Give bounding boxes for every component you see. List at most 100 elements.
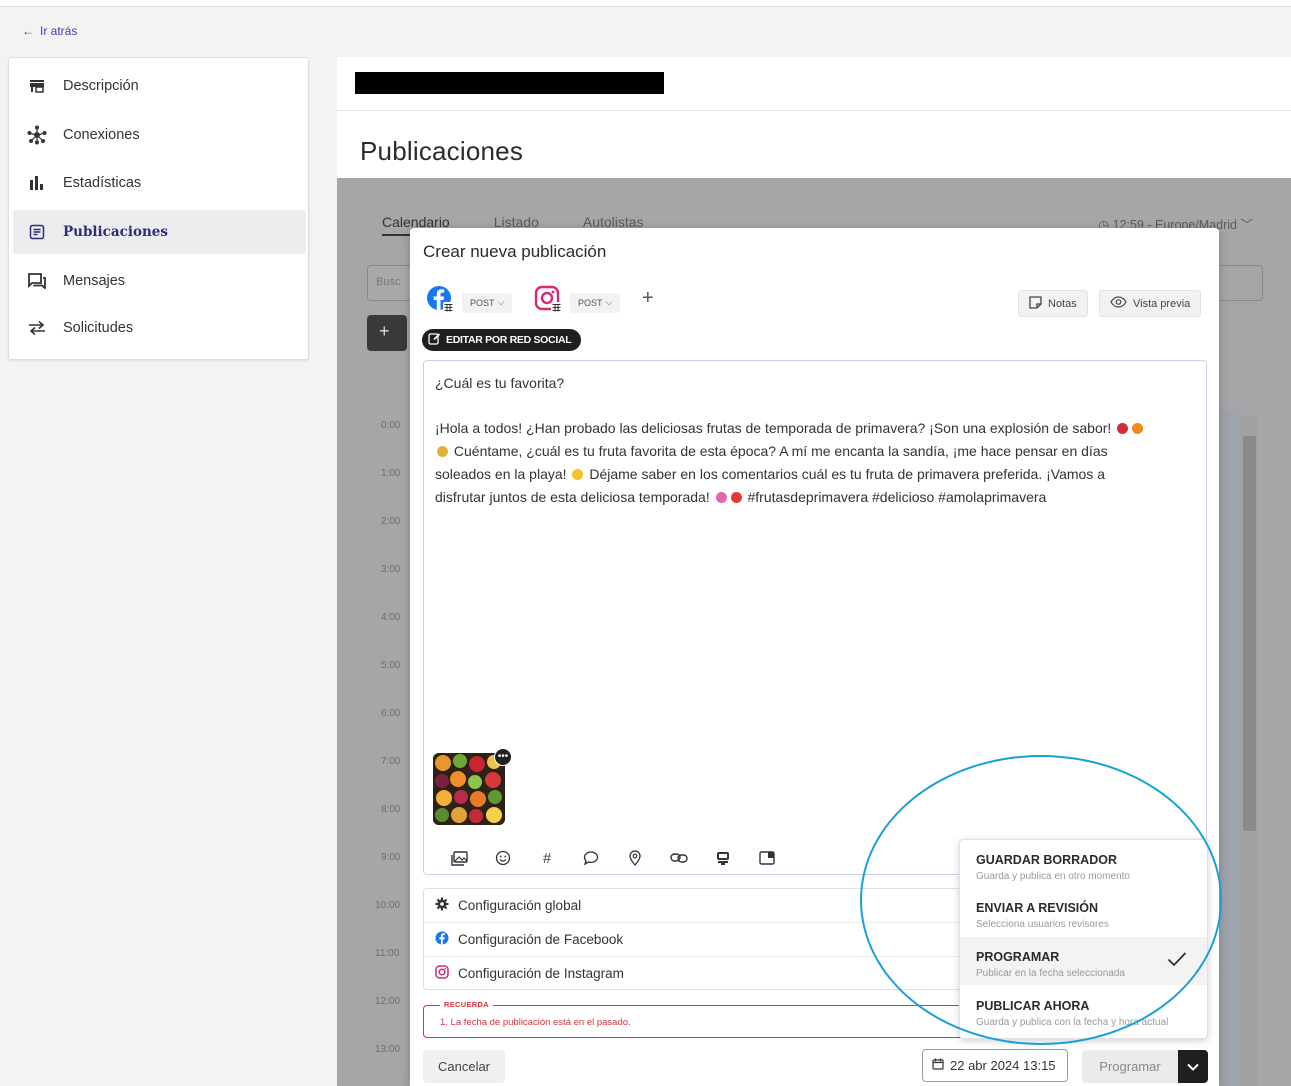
strawberry-emoji [1117,423,1129,434]
hour-label: 7:00 [381,756,401,767]
hour-label: 6:00 [381,708,401,719]
calendar-hours: 0:00 1:00 2:00 3:00 4:00 5:00 6:00 7:00 … [367,410,411,1086]
hashtag-icon[interactable]: # [525,846,569,870]
post-type-label: POST [470,297,495,308]
post-title: ¿Cuál es tu favorita? [435,375,565,391]
gear-icon [435,897,449,914]
warning-tag: RECUERDA [440,1000,493,1009]
attached-image-thumbnail[interactable] [433,753,505,825]
create-button[interactable]: + [367,315,407,351]
menu-item-subtitle: Guarda y publica en otro momento [976,871,1130,882]
back-link[interactable]: ← Ir atrás [22,24,77,38]
date-label: 22 abr 2024 13:15 [950,1058,1056,1073]
warning-text: 1. La fecha de publicación está en el pa… [440,1017,631,1028]
sidebar-item-label: Publicaciones [63,224,168,240]
top-bar [0,0,1291,7]
image-icon[interactable] [437,846,481,870]
menu-item-enviar-revision[interactable]: ENVIAR A REVISIÓN Selecciona usuarios re… [960,888,1207,936]
sidebar-item-descripcion[interactable]: Descripción [13,64,306,108]
bar-chart-icon [27,173,47,193]
notes-button[interactable]: Notas [1018,290,1088,317]
menu-item-programar[interactable]: PROGRAMAR Publicar en la fecha seleccion… [960,937,1207,985]
preview-button[interactable]: Vista previa [1099,290,1202,317]
location-icon[interactable] [613,846,657,870]
page-title: Publicaciones [360,136,524,166]
network-instagram[interactable]: POST ⌵ [534,285,621,320]
preview-label: Vista previa [1133,297,1191,310]
sidebar-item-estadisticas[interactable]: Estadísticas [13,161,306,205]
network-icon [27,125,47,145]
chevron-down-icon: ﹀ [1240,218,1253,232]
post-text-line: Déjame saber en los comentarios cuál es … [589,466,1105,482]
schedule-options-toggle[interactable] [1178,1050,1208,1083]
post-text-line: disfrutar juntos de esta deliciosa tempo… [435,489,710,505]
post-text-line: Cuéntame, ¿cuál es tu fruta favorita de … [453,443,1108,459]
link-icon[interactable] [657,846,701,870]
date-picker-button[interactable]: 22 abr 2024 13:15 [922,1049,1068,1082]
config-label: Configuración de Instagram [458,965,624,981]
modal-title: Crear nueva publicación [423,242,607,261]
edit-by-network-button[interactable]: EDITAR POR RED SOCIAL [422,329,582,351]
chat-icon [27,271,47,291]
sidebar-item-label: Estadísticas [63,175,142,191]
post-editor[interactable]: ¿Cuál es tu favorita? ¡Hola a todos! ¿Ha… [423,360,1207,875]
hour-label: 8:00 [381,804,401,815]
post-text-line: soleados en la playa! [435,466,567,482]
editor-toolbar: # [437,846,789,870]
config-global-row[interactable]: Configuración global [424,889,984,922]
hour-label: 3:00 [381,564,401,575]
sidebar: Descripción Conexiones Estadísticas Publ… [8,57,309,360]
chevron-down-icon [1187,1058,1199,1076]
calendar-column [1217,410,1239,1086]
eye-icon [1110,296,1127,311]
facebook-icon [426,285,456,320]
sidebar-item-label: Solicitudes [63,320,134,336]
sidebar-item-mensajes[interactable]: Mensajes [13,259,306,303]
warning-box: RECUERDA 1. La fecha de publicación está… [423,1000,983,1038]
emoji-icon[interactable] [481,846,525,870]
hour-label: 4:00 [381,612,401,623]
sidebar-item-solicitudes[interactable]: Solicitudes [13,306,306,350]
menu-item-subtitle: Guarda y publica con la fecha y hora act… [976,1017,1169,1028]
hour-label: 5:00 [381,660,401,671]
config-instagram-row[interactable]: Configuración de Instagram [424,956,984,989]
facebook-icon [435,931,449,948]
stamp-icon[interactable] [701,846,745,870]
config-label: Configuración global [458,898,582,913]
menu-item-title: PUBLICAR AHORA [976,999,1090,1013]
sidebar-item-publicaciones[interactable]: Publicaciones [13,210,306,254]
sun-emoji [572,469,584,480]
edit-by-network-label: EDITAR POR RED SOCIAL [446,334,572,346]
post-type-select[interactable]: POST ⌵ [462,292,513,313]
hour-label: 0:00 [381,420,401,431]
comment-icon[interactable] [569,846,613,870]
menu-item-publicar-ahora[interactable]: PUBLICAR AHORA Guarda y publica con la f… [960,986,1207,1034]
chevron-down-icon: ⌵ [605,297,613,307]
menu-item-subtitle: Selecciona usuarios revisores [976,919,1109,930]
network-facebook[interactable]: POST ⌵ [426,285,513,320]
notes-label: Notas [1048,297,1077,310]
post-type-select[interactable]: POST ⌵ [570,292,621,313]
sidebar-item-conexiones[interactable]: Conexiones [13,113,306,157]
document-icon [27,222,47,242]
orange-emoji [1132,423,1144,434]
config-facebook-row[interactable]: Configuración de Facebook [424,922,984,955]
hour-label: 9:00 [381,852,401,863]
cancel-button[interactable]: Cancelar [423,1050,505,1083]
chevron-down-icon: ⌵ [497,297,505,307]
instagram-icon [534,285,564,320]
schedule-button[interactable]: Programar [1082,1050,1178,1083]
sidebar-item-label: Conexiones [63,127,140,143]
media-icon[interactable] [745,846,789,870]
menu-item-guardar-borrador[interactable]: GUARDAR BORRADOR Guarda y publica en otr… [960,840,1207,888]
watermelon-emoji [730,492,742,503]
filter-dropdown[interactable] [1213,265,1263,301]
scrollbar-thumb[interactable] [1243,436,1256,831]
calendar-icon [932,1058,944,1073]
redacted-name [355,72,664,94]
back-label: Ir atrás [40,24,78,38]
add-network-button[interactable]: + [642,287,654,310]
post-type-label: POST [578,297,603,308]
more-options-icon[interactable]: ••• [494,748,512,766]
menu-item-title: ENVIAR A REVISIÓN [976,901,1099,915]
